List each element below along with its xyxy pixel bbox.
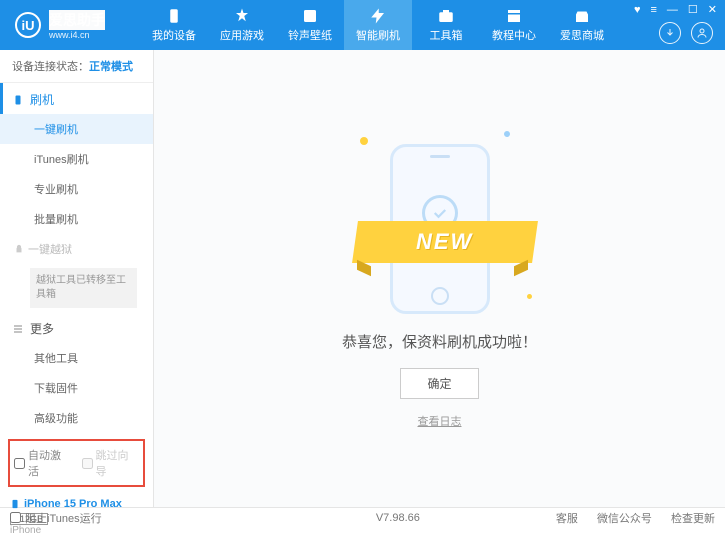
user-icon[interactable] [691,22,713,44]
check-skip-setup[interactable]: 跳过向导 [82,447,140,479]
nav-smart-flash[interactable]: 智能刷机 [344,0,412,50]
check-auto-activate[interactable]: 自动激活 [14,447,72,479]
list-icon [12,323,24,335]
titlebar: iU 爱思助手 www.i4.cn 我的设备 应用游戏 铃声壁纸 智能刷机 工具… [0,0,725,50]
sidebar-item-advanced[interactable]: 高级功能 [0,403,153,433]
download-icon[interactable] [659,22,681,44]
logo-area: iU 爱思助手 www.i4.cn [0,10,140,40]
sidebar-item-other[interactable]: 其他工具 [0,343,153,373]
sidebar: 设备连接状态：正常模式 刷机 一键刷机 iTunes刷机 专业刷机 批量刷机 一… [0,50,154,507]
section-more[interactable]: 更多 [0,312,153,343]
main-content: NEW 恭喜您，保资料刷机成功啦！ 确定 查看日志 [154,50,725,507]
sidebar-item-download-fw[interactable]: 下载固件 [0,373,153,403]
lock-icon [14,244,24,254]
jailbreak-note: 越狱工具已转移至工具箱 [30,268,137,308]
app-name: 爱思助手 [49,10,105,30]
device-status: 设备连接状态：正常模式 [0,50,153,83]
sidebar-item-itunes[interactable]: iTunes刷机 [0,144,153,174]
top-nav: 我的设备 应用游戏 铃声壁纸 智能刷机 工具箱 教程中心 爱思商城 [140,0,616,50]
window-controls: ♥ ≡ — ☐ ✕ [634,3,717,16]
nav-apps-games[interactable]: 应用游戏 [208,0,276,50]
footer-support[interactable]: 客服 [556,513,578,525]
sidebar-item-pro[interactable]: 专业刷机 [0,174,153,204]
sidebar-item-oneclick[interactable]: 一键刷机 [0,114,153,144]
version-label: V7.98.66 [376,512,420,524]
success-illustration: NEW [360,129,520,319]
success-message: 恭喜您，保资料刷机成功啦！ [342,331,537,352]
maximize-icon[interactable]: ☐ [688,3,698,16]
view-log-link[interactable]: 查看日志 [418,413,462,429]
close-icon[interactable]: ✕ [708,3,717,16]
menu-icon[interactable]: ♥ [634,4,641,16]
minimize-icon[interactable]: — [667,4,678,16]
options-highlight: 自动激活 跳过向导 [8,439,145,487]
ok-button[interactable]: 确定 [400,368,478,399]
settings-icon[interactable]: ≡ [650,4,656,16]
app-domain: www.i4.cn [49,30,105,40]
nav-ringtones[interactable]: 铃声壁纸 [276,0,344,50]
nav-toolbox[interactable]: 工具箱 [412,0,480,50]
section-jailbreak: 一键越狱 [0,234,153,264]
header-actions [659,22,713,44]
sidebar-item-batch[interactable]: 批量刷机 [0,204,153,234]
footer-wechat[interactable]: 微信公众号 [597,513,652,525]
logo-icon: iU [15,12,41,38]
nav-store[interactable]: 爱思商城 [548,0,616,50]
nav-my-device[interactable]: 我的设备 [140,0,208,50]
section-flash[interactable]: 刷机 [0,83,153,114]
check-block-itunes[interactable]: 阻止iTunes运行 [10,510,102,526]
nav-tutorials[interactable]: 教程中心 [480,0,548,50]
footer-update[interactable]: 检查更新 [671,513,715,525]
